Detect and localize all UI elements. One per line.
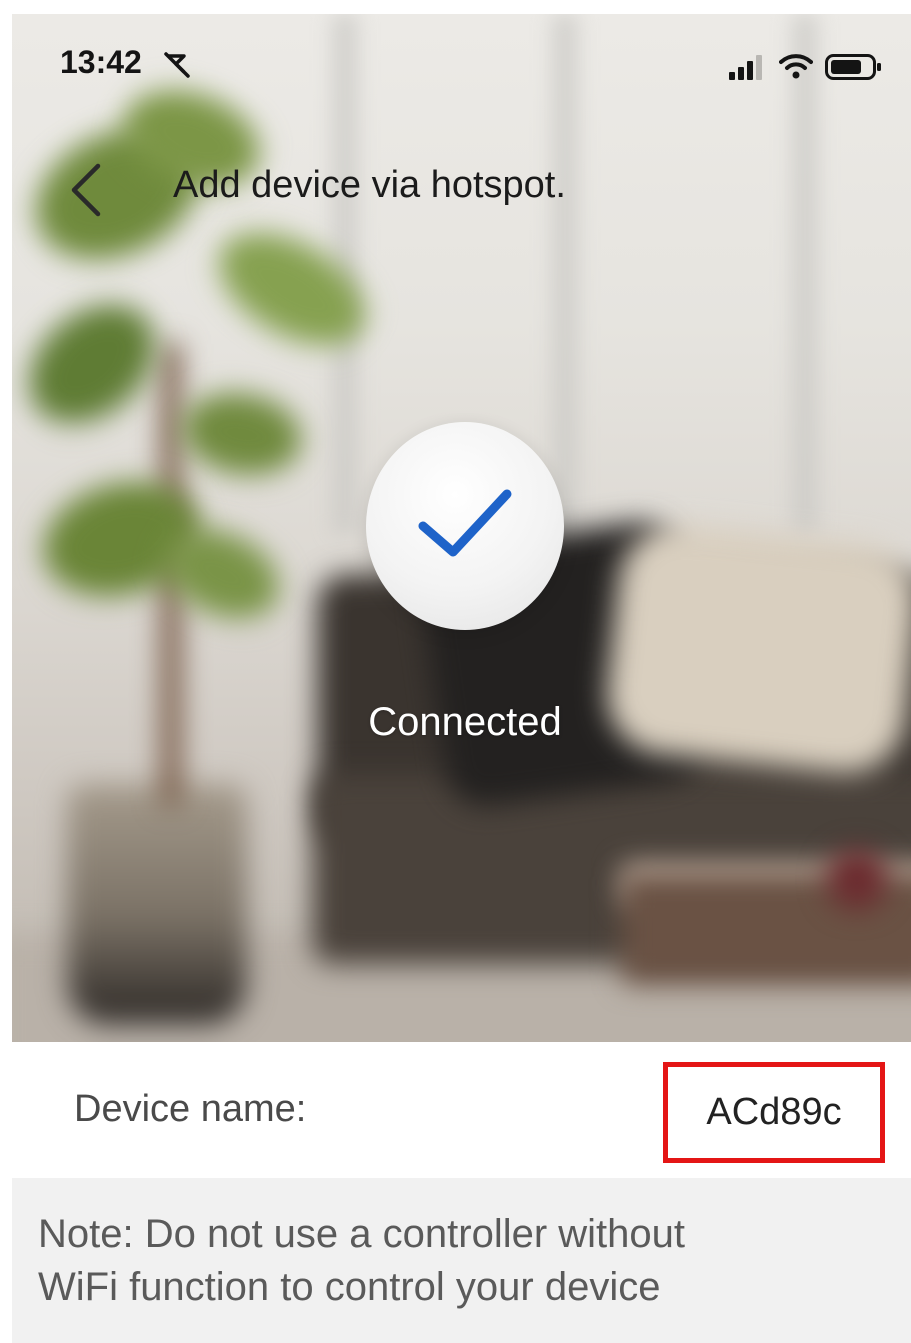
device-name-highlight: ACd89c (663, 1062, 885, 1163)
signal-icon (729, 55, 762, 80)
connection-status: Connected (368, 700, 562, 744)
status-time: 13:42 (60, 44, 142, 80)
note-panel: Note: Do not use a controller without Wi… (12, 1178, 911, 1343)
success-badge (366, 422, 564, 630)
note-line-1: Note: Do not use a controller without (38, 1212, 686, 1256)
device-name-value: ACd89c (706, 1091, 842, 1133)
battery-icon (825, 54, 881, 80)
page-title: Add device via hotspot. (173, 164, 566, 206)
note-text: Note: Do not use a controller without Wi… (38, 1208, 898, 1314)
wifi-icon (779, 54, 813, 79)
top-frame (0, 0, 911, 14)
note-line-2: WiFi function to control your device (38, 1265, 661, 1309)
mute-icon (164, 52, 190, 78)
device-name-row: Device name: ACd89c (12, 1042, 911, 1178)
device-name-label: Device name: (74, 1088, 307, 1130)
chevron-left-icon[interactable] (64, 160, 114, 220)
status-icons (729, 50, 883, 84)
left-frame (0, 0, 12, 1343)
checkmark-icon (418, 489, 512, 557)
